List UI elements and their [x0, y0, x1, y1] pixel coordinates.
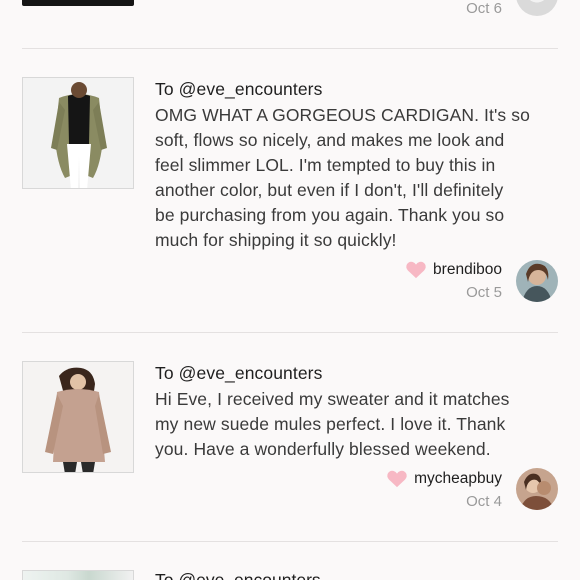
listing-thumbnail-cardigan[interactable]: [22, 77, 134, 189]
reviewer-username[interactable]: brendiboo: [433, 261, 502, 279]
reviewer-username[interactable]: mycheapbuy: [414, 470, 502, 488]
divider: [22, 332, 558, 333]
avatar[interactable]: [516, 260, 558, 302]
review-text: OMG WHAT A GORGEOUS CARDIGAN. It's so so…: [155, 103, 555, 253]
reviewer-meta: brendiboo: [405, 261, 502, 279]
review-text-line: another color, but even if I don't, I'll…: [155, 180, 504, 200]
review-text-line: Hi Eve, I received my sweater and it mat…: [155, 389, 510, 409]
previous-review: Oct 6: [0, 0, 580, 48]
review-date: Oct 5: [466, 284, 502, 301]
review-text-line: feel slimmer LOL. I'm tempted to buy thi…: [155, 155, 496, 175]
heart-icon[interactable]: [386, 470, 408, 488]
heart-icon[interactable]: [405, 261, 427, 279]
avatar[interactable]: [516, 468, 558, 510]
review-date: Oct 6: [466, 0, 502, 17]
divider: [22, 48, 558, 49]
review-text-line: much for shipping it so quickly!: [155, 230, 397, 250]
review-recipient[interactable]: To @eve_encounters: [155, 79, 322, 100]
next-listing-thumbnail[interactable]: [22, 570, 134, 580]
review-text-line: my new suede mules perfect. I love it. T…: [155, 414, 506, 434]
reviews-feed: Oct 6 To @eve_encounters OMG WHAT A GORG…: [0, 0, 580, 580]
reviewer-meta: mycheapbuy: [386, 470, 502, 488]
review-text-line: OMG WHAT A GORGEOUS CARDIGAN. It's so: [155, 105, 530, 125]
review-recipient[interactable]: To @eve_encounters: [155, 570, 321, 580]
previous-listing-thumbnail[interactable]: [22, 0, 134, 6]
review-date: Oct 4: [466, 493, 502, 510]
divider: [22, 541, 558, 542]
review-text-line: be purchasing from you again. Thank you …: [155, 205, 505, 225]
listing-thumbnail-sweater[interactable]: [22, 361, 134, 473]
avatar[interactable]: [516, 0, 558, 16]
review-text: Hi Eve, I received my sweater and it mat…: [155, 387, 555, 462]
review-recipient[interactable]: To @eve_encounters: [155, 363, 322, 384]
review-text-line: soft, flows so nicely, and makes me look…: [155, 130, 505, 150]
review-text-line: you. Have a wonderfully blessed weekend.: [155, 439, 491, 459]
